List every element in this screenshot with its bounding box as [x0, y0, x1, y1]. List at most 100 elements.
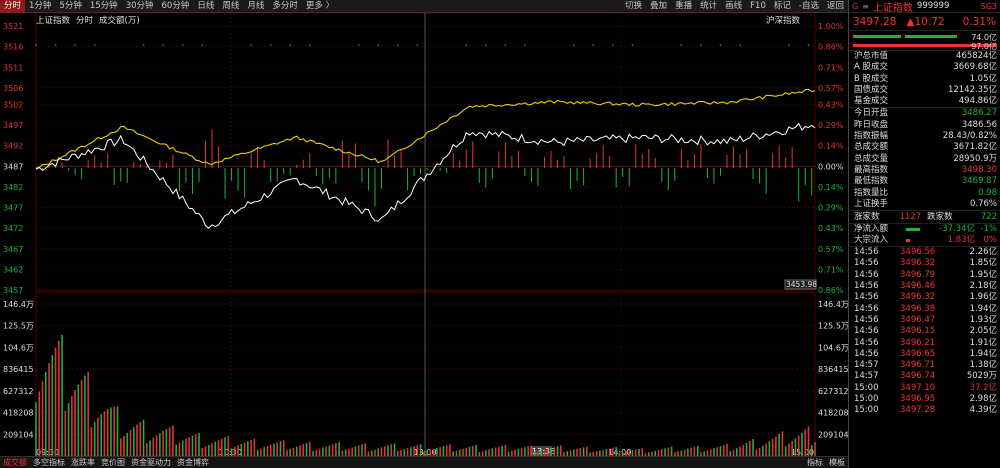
flow-bar	[906, 228, 920, 232]
tool-button[interactable]: 画线	[721, 0, 746, 13]
tick-list[interactable]: 14:56 3496.56 2.26亿 14:56 3496.32 1.85亿 14:56 3…	[849, 247, 1000, 416]
signal-dot	[484, 44, 487, 46]
flow-value: 1.83亿	[947, 235, 975, 246]
group-icon[interactable]: G	[852, 2, 858, 11]
tick-row[interactable]: 15:00 3496.95 2.98亿	[849, 394, 1000, 405]
pct-tick-label: 0.43%	[818, 224, 844, 233]
stat-value: 3498.30	[961, 164, 997, 175]
stat-label: 上证换手	[854, 198, 889, 209]
price-tick-label: 3477	[3, 204, 23, 213]
volume-tick-label: 125.5万	[3, 322, 34, 331]
tick-row[interactable]: 14:56 3496.46 2.18亿	[849, 281, 1000, 292]
flow-pct: 0%	[983, 235, 998, 246]
price-tick-label: 3516	[3, 43, 23, 52]
panel-header: G ≡ 上证指数 999999 SG3	[849, 0, 1000, 14]
tick-row[interactable]: 14:56 3496.32 1.96亿	[849, 292, 1000, 303]
tick-volume: 1.91亿	[969, 337, 997, 348]
tool-button[interactable]: 叠加	[646, 0, 671, 13]
stat-value: 0.98	[978, 187, 997, 198]
stat-label: 总成交额	[854, 142, 889, 153]
signal-dot	[807, 44, 810, 46]
tick-row[interactable]: 14:56 3496.65 1.94亿	[849, 349, 1000, 360]
tool-button[interactable]: 标记	[770, 0, 795, 13]
period-tab[interactable]: 周线	[218, 0, 243, 13]
tool-button[interactable]: 重播	[671, 0, 696, 13]
stat-label: 沪总市值	[854, 51, 889, 61]
stat-value: 3469.87	[961, 176, 997, 187]
volume-tick-label: 836415	[3, 365, 34, 374]
period-tab[interactable]: 60分钟	[158, 0, 194, 13]
indicator-tool[interactable]: 模板	[826, 457, 848, 468]
stat-value: 494.86亿	[958, 96, 997, 107]
tick-row[interactable]: 14:56 3496.21 1.91亿	[849, 338, 1000, 349]
tool-button[interactable]: -自选	[795, 0, 823, 13]
stat-row: 上证换手 0.76%	[849, 199, 1000, 210]
index-quotes: 今日开盘 3486.27 昨日收盘 3486.56 指数振幅 28.43/0.82% 总成交…	[849, 108, 1000, 212]
stat-row: 最高指数 3498.30	[849, 165, 1000, 176]
intraday-chart[interactable]: 3521 1.00% 3516 0.86% 3511 0.71% 3506 0.57% 3502…	[0, 13, 848, 456]
market-switch[interactable]: 沪深指数	[766, 14, 800, 26]
signal-dot	[788, 44, 790, 46]
menu-icon[interactable]: ≡	[862, 2, 869, 11]
tick-row[interactable]: 14:56 3496.32 1.85亿	[849, 258, 1000, 269]
tick-time: 14:56	[854, 337, 879, 348]
tool-button[interactable]: 统计	[696, 0, 721, 13]
period-tab[interactable]: 日线	[193, 0, 218, 13]
price-tick-label: 3457	[3, 286, 23, 295]
tick-row[interactable]: 14:56 3496.56 2.26亿	[849, 247, 1000, 258]
tick-time: 14:57	[854, 371, 879, 382]
tick-price: 3496.15	[900, 326, 936, 337]
quote-panel: G ≡ 上证指数 999999 SG3 3497.28 ▲10.72 0.31%…	[848, 0, 1000, 468]
signal-dot	[700, 44, 702, 46]
flow-bar	[906, 239, 910, 243]
indicator-tab[interactable]: 竞价图	[98, 457, 128, 468]
signal-dot	[289, 44, 292, 46]
tool-button[interactable]: F10	[746, 0, 770, 13]
price-tick-label: 3472	[3, 224, 23, 233]
indicator-tab[interactable]: 成交额	[0, 457, 30, 468]
signal-dot	[524, 44, 526, 46]
period-tab[interactable]: 5分钟	[55, 0, 85, 13]
tick-row[interactable]: 14:57 3496.71 1.38亿	[849, 360, 1000, 371]
price-tick-label: 3502	[3, 100, 23, 109]
stat-value: 465824亿	[956, 51, 997, 61]
tool-button[interactable]: 返回	[823, 0, 848, 13]
stat-label: 基金成交	[854, 96, 889, 107]
tick-time: 14:56	[854, 303, 879, 314]
indicator-tab[interactable]: 多空指标	[30, 457, 68, 468]
low-marker-label: 3453.98	[786, 280, 817, 289]
signal-dot	[201, 44, 204, 46]
period-tab[interactable]: 月线	[243, 0, 268, 13]
period-tab[interactable]: 分时	[0, 0, 26, 13]
advance-decline: 涨家数 1127 跌家数 722	[849, 211, 1000, 225]
sg-badge[interactable]: SG3	[981, 2, 997, 11]
tool-button[interactable]: 切换	[621, 0, 646, 13]
period-tab[interactable]: 更多 〉	[302, 0, 338, 13]
tick-row[interactable]: 14:56 3496.15 2.05亿	[849, 326, 1000, 337]
tick-row[interactable]: 15:00 3497.28 4.39亿	[849, 405, 1000, 416]
period-tab[interactable]: 1分钟	[25, 0, 55, 13]
period-tab[interactable]: 30分钟	[122, 0, 158, 13]
tick-row[interactable]: 14:56 3496.47 1.93亿	[849, 315, 1000, 326]
last-price: 3497.28	[853, 15, 897, 28]
tick-row[interactable]: 14:56 3496.79 1.95亿	[849, 270, 1000, 281]
tick-time: 15:00	[854, 382, 879, 393]
indicator-tool[interactable]: 指标	[804, 457, 826, 468]
tick-row[interactable]: 14:56 3496.38 1.94亿	[849, 304, 1000, 315]
tick-row[interactable]: 15:00 3497.10 37.2亿	[849, 383, 1000, 394]
period-tab[interactable]: 多分时	[268, 0, 302, 13]
indicator-tab[interactable]: 涨跌率	[68, 457, 98, 468]
tick-time: 14:56	[854, 292, 879, 303]
indicator-tab[interactable]: 资金博弈	[174, 457, 212, 468]
tick-volume: 1.93亿	[969, 314, 997, 325]
flow-row: 净流入额 -37.34亿 -1%	[849, 224, 1000, 235]
indicator-tab[interactable]: 资金驱动力	[128, 457, 174, 468]
stat-row: 基金成交 494.86亿	[849, 96, 1000, 107]
volume-tick-label-right: 627312	[818, 387, 848, 396]
stat-row: 沪总市值 465824亿	[849, 51, 1000, 62]
period-tab[interactable]: 15分钟	[86, 0, 122, 13]
tick-row[interactable]: 14:57 3496.74 5029万	[849, 371, 1000, 382]
tick-volume: 1.95亿	[969, 269, 997, 280]
tick-time: 14:57	[854, 360, 879, 371]
signal-dot	[631, 44, 634, 46]
